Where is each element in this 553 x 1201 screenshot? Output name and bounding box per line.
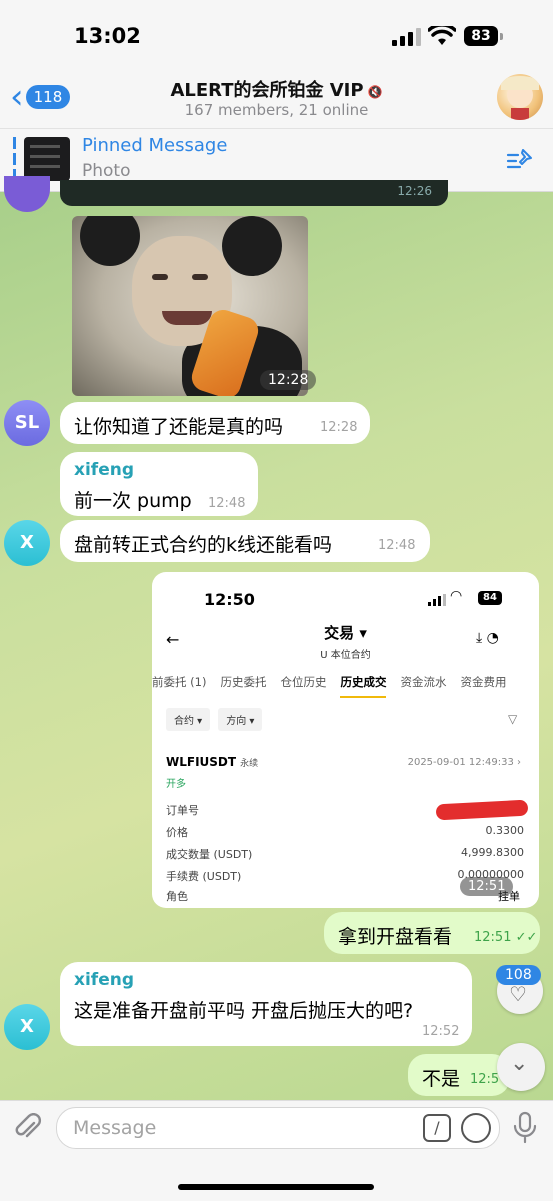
ss-tab-active: 历史成交 — [340, 674, 387, 698]
wifi-icon: ◠ — [450, 588, 463, 604]
panda-eye — [152, 274, 168, 280]
message-bubble-dark[interactable]: 12:26 — [60, 180, 448, 206]
message-input[interactable]: Message / — [56, 1107, 500, 1149]
trade-screenshot[interactable]: 12:50 ◠ 84 ← 交易 ▾ U 本位合约 ⤓ ◔ 前委托 (1) 历史委… — [152, 572, 539, 908]
attach-icon[interactable] — [14, 1113, 42, 1143]
ss-tab: 前委托 (1) — [152, 675, 207, 689]
panda-ear — [80, 216, 140, 266]
message-bubble[interactable]: xifeng 这是准备开盘前平吗 开盘后抛压大的吧? 12:52 — [60, 962, 472, 1046]
pinned-subtitle: Photo — [82, 161, 131, 181]
panda-sticker[interactable] — [72, 216, 308, 396]
microphone-icon[interactable] — [512, 1111, 538, 1145]
ss-filter: 合约 ▾ — [166, 708, 211, 731]
message-time: 12:51 — [460, 877, 514, 896]
message-text: 前一次 pump — [74, 490, 192, 512]
ss-row: 价格 0.3300 — [166, 824, 524, 840]
reaction-count-badge: 108 — [496, 965, 541, 985]
chevron-down-icon: ⌄ — [510, 1051, 529, 1076]
message-time-text: 12:51 — [474, 930, 512, 945]
filter-icon: ▽ — [508, 712, 518, 726]
message-time: 12:48 — [208, 496, 246, 511]
pinned-thumbnail — [24, 137, 70, 181]
message-time: 12:28 — [320, 420, 358, 435]
ss-tabs: 前委托 (1) 历史委托 仓位历史 历史成交 资金流水 资金费用 — [152, 674, 539, 698]
ss-row-label: 角色 — [166, 890, 188, 903]
chat-title-text: ALERT的会所铂金 VIP — [170, 80, 364, 101]
group-avatar[interactable] — [497, 74, 543, 120]
ss-filter-label: 方向 — [226, 716, 247, 727]
message-text: 盘前转正式合约的k线还能看吗 — [74, 534, 333, 556]
ss-side: 开多 — [166, 779, 186, 790]
heart-icon: ♡ — [509, 982, 527, 1006]
ss-row-label: 手续费 (USDT) — [166, 870, 242, 883]
ss-perp: 永续 — [240, 759, 259, 769]
message-bubble-outgoing[interactable]: 拿到开盘看看 12:51 ✓✓ — [324, 912, 540, 954]
ss-tab: 仓位历史 — [280, 675, 327, 689]
message-time: 12:51 ✓✓ — [474, 930, 538, 945]
sender-name[interactable]: xifeng — [74, 970, 134, 990]
message-text: 拿到开盘看看 — [338, 926, 453, 948]
ss-tab: 历史委托 — [220, 675, 267, 689]
panda-mouth — [162, 311, 212, 325]
battery-icon: 84 — [478, 591, 502, 605]
chat-title[interactable]: ALERT的会所铂金 VIP 🔇 — [0, 76, 553, 102]
panda-eye — [192, 274, 208, 280]
message-bubble-outgoing[interactable]: 不是 12:5 — [408, 1054, 510, 1096]
ss-tab: 资金费用 — [460, 675, 507, 689]
ss-row-value: 4,999.8300 — [461, 846, 524, 859]
ss-filter: 方向 ▾ — [218, 708, 263, 731]
message-bubble[interactable]: 让你知道了还能是真的吗 12:28 — [60, 402, 370, 444]
signal-icon — [392, 28, 421, 46]
ss-row-value: 0.3300 — [485, 824, 525, 837]
status-time: 13:02 — [74, 24, 141, 48]
pinned-title: Pinned Message — [82, 135, 228, 156]
avatar[interactable]: X — [4, 1004, 50, 1050]
ss-date-text: 2025-09-01 12:49:33 — [407, 757, 514, 768]
ss-tab: 资金流水 — [400, 675, 447, 689]
ss-pair-name: WLFIUSDT — [166, 755, 237, 769]
ss-status-time: 12:50 — [204, 590, 255, 609]
command-icon[interactable]: / — [423, 1114, 451, 1142]
avatar[interactable]: X — [4, 520, 50, 566]
ss-filter-label: 合约 — [174, 716, 194, 727]
ss-row-label: 成交数量 (USDT) — [166, 848, 253, 861]
sender-name[interactable]: xifeng — [74, 460, 134, 480]
ss-row-label: 价格 — [166, 826, 188, 839]
ss-title-text: 交易 — [324, 624, 355, 642]
scroll-down-button[interactable]: ⌄ — [497, 1043, 545, 1091]
battery-icon: 83 — [464, 26, 503, 46]
ss-row: 成交数量 (USDT) 4,999.8300 — [166, 846, 524, 862]
message-time: 12:5 — [470, 1072, 500, 1087]
avatar[interactable]: SL — [4, 400, 50, 446]
message-bubble[interactable]: xifeng 前一次 pump 12:48 — [60, 452, 258, 516]
message-time: 12:26 — [397, 184, 432, 198]
home-indicator — [178, 1184, 374, 1190]
message-text: 让你知道了还能是真的吗 — [74, 416, 284, 438]
chat-header: ‹ 118 ALERT的会所铂金 VIP 🔇 167 members, 21 on… — [0, 70, 553, 128]
pin-list-icon[interactable] — [506, 147, 534, 173]
message-text: 不是 — [422, 1068, 461, 1090]
message-text: 这是准备开盘前平吗 开盘后抛压大的吧? — [74, 1000, 414, 1022]
mute-icon: 🔇 — [367, 85, 383, 99]
ss-pair: WLFIUSDT 永续 — [166, 755, 258, 769]
message-placeholder: Message — [73, 1117, 157, 1139]
export-icon: ⤓ ◔ — [476, 630, 499, 646]
message-time: 12:48 — [378, 538, 416, 553]
message-bubble[interactable]: 盘前转正式合约的k线还能看吗 12:48 — [60, 520, 430, 562]
status-bar: 13:02 83 — [0, 0, 553, 70]
chat-subtitle: 167 members, 21 online — [184, 101, 369, 119]
ss-row-label: 订单号 — [166, 804, 199, 817]
message-time: 12:52 — [422, 1024, 460, 1039]
panda-ear — [222, 216, 282, 276]
wifi-icon — [428, 26, 456, 45]
sticker-icon[interactable] — [461, 1113, 491, 1143]
ss-subtitle: U 本位合约 — [320, 650, 371, 661]
ss-filters: 合约 ▾ 方向 ▾ — [166, 708, 263, 731]
signal-icon — [428, 594, 446, 606]
message-time: 12:28 — [260, 370, 317, 390]
ss-date: 2025-09-01 12:49:33 › — [407, 757, 521, 768]
